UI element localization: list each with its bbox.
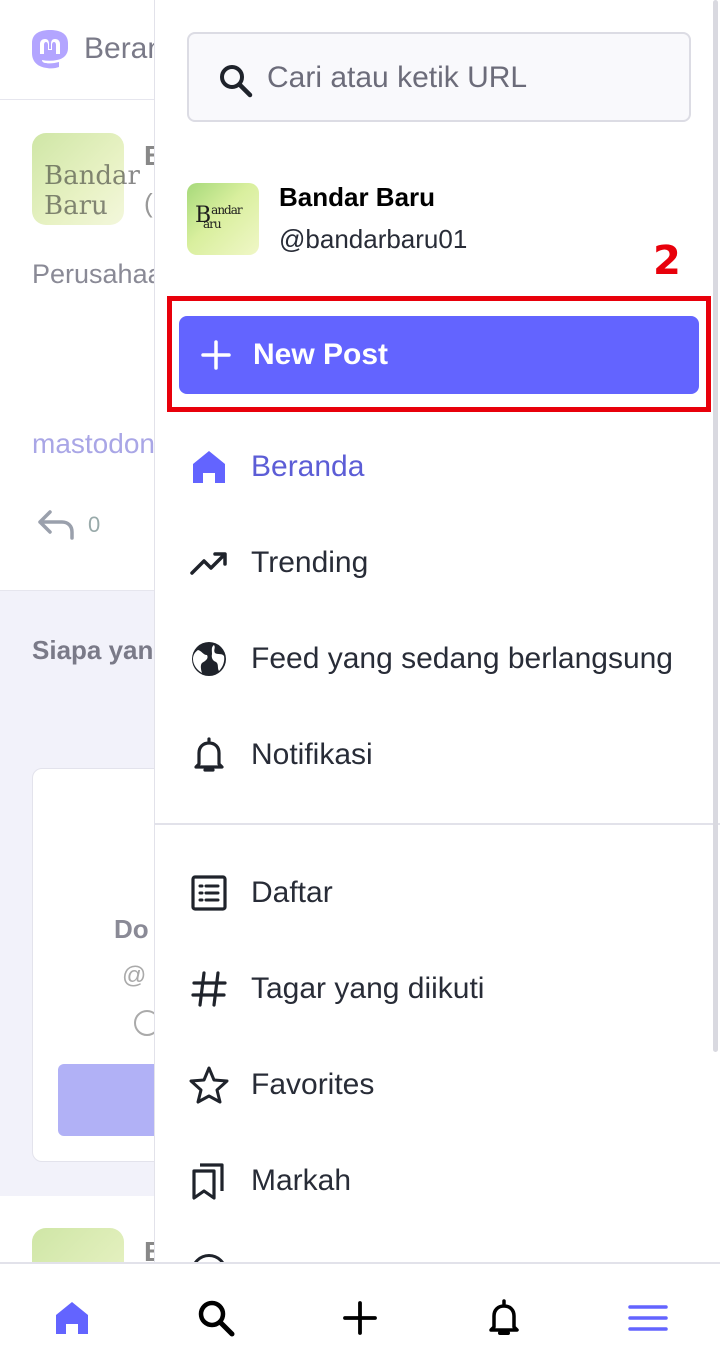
bell-icon (489, 1299, 519, 1335)
nav-item-live-feed[interactable]: Feed yang sedang berlangsung (155, 614, 720, 704)
tab-menu[interactable] (576, 1264, 720, 1369)
tab-home[interactable] (0, 1264, 144, 1369)
home-icon (193, 451, 225, 483)
nav-label: Markah (251, 1164, 352, 1197)
suggestions-title: Siapa yang diikuti (32, 635, 162, 665)
tab-compose[interactable] (288, 1264, 432, 1369)
globe-icon (192, 642, 226, 676)
nav-label: Tagar yang diikuti (251, 972, 485, 1005)
navigation-drawer: Bandar aru Bandar Baru @bandarbaru01 2 N… (154, 0, 720, 1262)
new-post-button[interactable]: New Post (179, 316, 699, 394)
nav-label: Feed yang sedang berlangsung (251, 642, 673, 675)
search-box[interactable] (187, 32, 691, 122)
plus-icon (343, 1301, 377, 1335)
nav-item-trending[interactable]: Trending (155, 518, 720, 608)
nav-item-notifikasi[interactable]: Notifikasi (155, 710, 720, 800)
reply-count: 0 (88, 512, 101, 537)
account-avatar[interactable]: Bandar aru (187, 183, 259, 255)
drawer-scrollbar[interactable] (713, 0, 718, 1052)
nav-item-favorites[interactable]: Favorites (155, 1040, 720, 1130)
nav-label: Favorites (251, 1068, 375, 1101)
bottom-tab-bar (0, 1262, 720, 1369)
nav-label: Notifikasi (251, 738, 373, 771)
nav-label: Trending (251, 546, 369, 579)
bookmarks-icon (192, 1163, 224, 1200)
nav-item-beranda[interactable]: Beranda (155, 422, 720, 512)
nav-label: Daftar (251, 876, 333, 909)
new-post-label: New Post (253, 338, 389, 371)
post-link: mastodon (32, 428, 155, 459)
post-author-handle: ( (144, 188, 153, 218)
account-avatar-logo-sub: aru (203, 217, 222, 231)
nav-item-markah[interactable]: Markah (155, 1136, 720, 1226)
drawer-divider (155, 823, 720, 825)
annotation-step-number: 2 (653, 238, 681, 284)
nav-item-daftar[interactable]: Daftar (155, 848, 720, 938)
search-icon (220, 65, 253, 98)
list-icon (191, 875, 227, 911)
nav-item-followed-hashtags[interactable]: Tagar yang diikuti (155, 944, 720, 1034)
account-handle[interactable]: @bandarbaru01 (279, 224, 467, 255)
suggestion-handle: @ (122, 962, 147, 989)
cut-off-nav-icon (191, 1254, 227, 1262)
trending-icon (190, 552, 227, 575)
suggestion-name: Do (114, 914, 149, 944)
search-icon (198, 1300, 235, 1337)
tab-search[interactable] (144, 1264, 288, 1369)
post-text: Perusahaan bagaimana melalui p (32, 259, 162, 289)
tab-notifications[interactable] (432, 1264, 576, 1369)
star-icon (189, 1066, 229, 1104)
search-input[interactable] (267, 52, 667, 104)
post-avatar-logo-text: Bandar Baru (44, 161, 140, 221)
menu-icon (628, 1305, 668, 1331)
nav-label: Beranda (251, 450, 365, 483)
home-icon (56, 1302, 88, 1334)
account-name[interactable]: Bandar Baru (279, 182, 435, 213)
plus-icon (201, 340, 231, 370)
hashtag-icon (191, 971, 227, 1007)
bell-icon (194, 737, 224, 772)
mastodon-logo-icon (32, 30, 68, 69)
reply-icon (38, 510, 74, 540)
post-avatar: Bandar Baru (32, 133, 140, 225)
